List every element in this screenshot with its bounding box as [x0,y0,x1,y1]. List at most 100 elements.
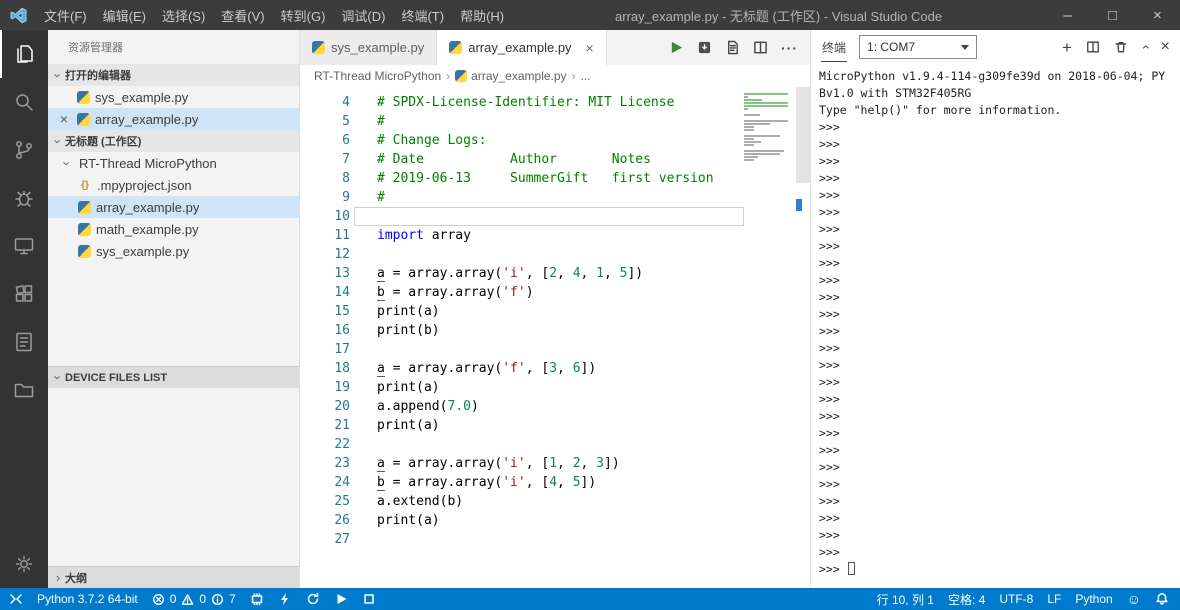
close-window-button[interactable]: × [1135,0,1180,30]
breadcrumb-item[interactable]: ... [581,69,591,83]
menu-item-6[interactable]: 终端(T) [393,0,452,30]
run-file-icon[interactable] [669,40,684,55]
minimize-button[interactable]: – [1045,0,1090,30]
code-line[interactable]: 19 print(a) [300,378,810,397]
close-tab-icon[interactable]: × [586,40,594,56]
line-number: 25 [334,494,350,509]
activity-source-control-icon[interactable] [0,126,48,174]
status-language[interactable]: Python [1068,588,1119,610]
outline-header[interactable]: › 大纲 [48,566,299,588]
editor-scrollbar[interactable] [794,87,810,588]
info-count-icon [211,593,224,606]
code-line[interactable]: 21 print(a) [300,416,810,435]
code-line[interactable]: 14 b = array.array('f') [300,283,810,302]
status-run[interactable] [327,588,355,610]
notifications-icon [1155,592,1169,606]
code-line[interactable]: 24 b = array.array('i', [4, 5]) [300,473,810,492]
code-line[interactable]: 11 import array [300,226,810,245]
download-to-device-icon[interactable] [697,40,712,55]
code-line[interactable]: 23 a = array.array('i', [1, 2, 3]) [300,454,810,473]
code-line[interactable]: 22 [300,435,810,454]
maximize-panel-icon[interactable]: › [1136,45,1152,50]
menu-item-0[interactable]: 文件(F) [36,0,95,30]
split-editor-icon[interactable] [753,40,768,55]
menu-item-4[interactable]: 转到(G) [273,0,334,30]
status-flash[interactable] [271,588,299,610]
menu-item-7[interactable]: 帮助(H) [452,0,512,30]
breadcrumb-item[interactable]: array_example.py [455,69,567,83]
device-files-header[interactable]: › DEVICE FILES LIST [48,366,299,388]
kill-terminal-icon[interactable] [1114,40,1128,54]
activity-search-icon[interactable] [0,78,48,126]
status-board[interactable] [243,588,271,610]
minimap[interactable] [744,93,792,165]
tab-sys-example-py[interactable]: sys_example.py [300,30,438,65]
code-line[interactable]: 6 # Change Logs: [300,131,810,150]
maximize-button[interactable]: □ [1090,0,1135,30]
code-line[interactable]: 18 a = array.array('f', [3, 6]) [300,359,810,378]
code-line[interactable]: 13 a = array.array('i', [2, 4, 1, 5]) [300,264,810,283]
chevron-down-icon: › [50,72,66,78]
code-line[interactable]: 12 [300,245,810,264]
code-line[interactable]: 17 [300,340,810,359]
status-cursor-position[interactable]: 行 10, 列 1 [870,588,941,610]
code-editor[interactable]: 4 # SPDX-License-Identifier: MIT License 5… [300,87,810,588]
breadcrumb-item[interactable]: RT-Thread MicroPython [314,69,441,83]
line-content: # Change Logs: [350,131,487,150]
open-document-icon[interactable] [725,40,740,55]
new-terminal-icon[interactable]: + [1062,39,1072,56]
status-feedback[interactable]: ☺ [1120,588,1148,610]
activity-notes-icon[interactable] [0,318,48,366]
close-editor-icon[interactable]: × [56,111,72,127]
status-sync[interactable] [299,588,327,610]
tree-file-item[interactable]: sys_example.py [48,240,299,262]
split-terminal-icon[interactable] [1086,40,1100,54]
activity-explorer-icon[interactable] [0,30,48,78]
status-notifications[interactable] [1148,588,1176,610]
terminal-instance-dropdown[interactable]: 1: COM7 [859,35,978,59]
activity-extensions-icon[interactable] [0,270,48,318]
activity-device-monitor-icon[interactable] [0,222,48,270]
code-line[interactable]: 27 [300,530,810,549]
status-remote[interactable] [2,588,30,610]
more-actions-icon[interactable]: ··· [781,40,798,56]
status-stop[interactable] [355,588,383,610]
tree-folder-item[interactable]: › RT-Thread MicroPython [48,152,299,174]
code-line[interactable]: 4 # SPDX-License-Identifier: MIT License [300,93,810,112]
menu-item-1[interactable]: 编辑(E) [95,0,154,30]
open-editor-item[interactable]: × array_example.py [48,108,299,130]
status-indentation[interactable]: 空格: 4 [941,588,992,610]
code-line[interactable]: 10 [300,207,810,226]
activity-debug-icon[interactable] [0,174,48,222]
code-line[interactable]: 16 print(b) [300,321,810,340]
tab-array-example-py[interactable]: array_example.py × [437,30,607,65]
code-line[interactable]: 7 # Date Author Notes [300,150,810,169]
close-panel-icon[interactable]: × [1161,39,1170,55]
menu-item-3[interactable]: 查看(V) [213,0,272,30]
menu-item-5[interactable]: 调试(D) [333,0,393,30]
terminal-output[interactable]: MicroPython v1.9.4-114-g309fe39d on 2018… [811,64,1180,588]
activity-files-folder-icon[interactable] [0,366,48,414]
status-problems[interactable]: 0 0 7 [145,588,243,610]
workspace-header[interactable]: › 无标题 (工作区) [48,130,299,152]
code-line[interactable]: 20 a.append(7.0) [300,397,810,416]
code-line[interactable]: 15 print(a) [300,302,810,321]
open-editor-item[interactable]: sys_example.py [48,86,299,108]
status-eol[interactable]: LF [1040,588,1068,610]
settings-icon[interactable] [0,540,48,588]
code-line[interactable]: 5 # [300,112,810,131]
status-python-version[interactable]: Python 3.7.2 64-bit [30,588,145,610]
code-line[interactable]: 25 a.extend(b) [300,492,810,511]
breadcrumb: RT-Thread MicroPython › array_example.py ›.… [300,65,810,87]
menu-item-2[interactable]: 选择(S) [154,0,213,30]
tab-terminal[interactable]: 终端 [821,32,848,62]
tree-file-item[interactable]: {} .mpyproject.json [48,174,299,196]
tree-file-item[interactable]: math_example.py [48,218,299,240]
status-encoding[interactable]: UTF-8 [992,588,1040,610]
tree-file-item[interactable]: array_example.py [48,196,299,218]
open-editors-header[interactable]: › 打开的编辑器 [48,64,299,86]
scrollbar-thumb[interactable] [796,87,810,183]
code-line[interactable]: 9 # [300,188,810,207]
code-line[interactable]: 8 # 2019-06-13 SummerGift first version [300,169,810,188]
code-line[interactable]: 26 print(a) [300,511,810,530]
